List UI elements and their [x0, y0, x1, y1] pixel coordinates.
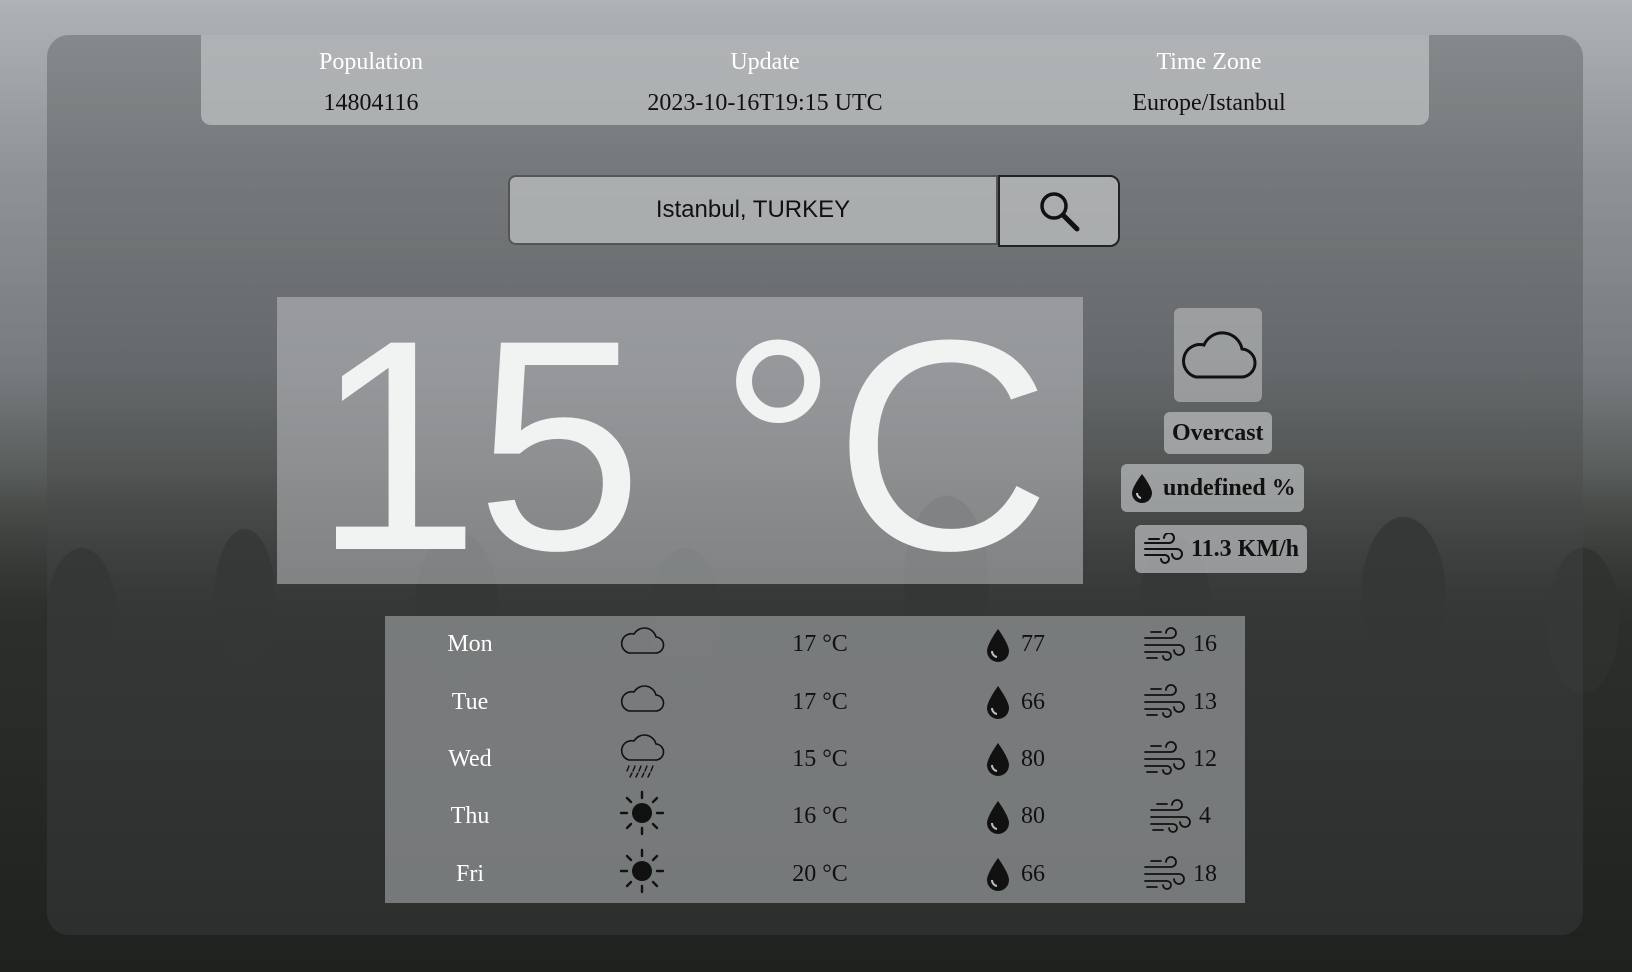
forecast-wind: 16	[1115, 616, 1245, 673]
forecast-humidity-value: 80	[1021, 745, 1045, 772]
current-condition-icon-box	[1174, 308, 1262, 402]
cloud-icon	[619, 625, 665, 664]
forecast-wind: 13	[1115, 673, 1245, 730]
forecast-temperature: 17 °C	[792, 688, 848, 715]
forecast-wind: 4	[1115, 788, 1245, 845]
forecast-humidity-value: 77	[1021, 631, 1045, 658]
wind-text: 11.3 KM/h	[1191, 535, 1300, 562]
forecast-day: Fri	[455, 860, 484, 887]
update-value: 2023-10-16T19:15 UTC	[647, 90, 883, 116]
timezone-label: Time Zone	[1156, 49, 1262, 75]
forecast-humidity: 66	[955, 673, 1075, 730]
forecast-humidity-value: 66	[1021, 860, 1045, 887]
current-temperature: 15 °C	[313, 276, 1051, 613]
forecast-day: Thu	[450, 803, 490, 830]
forecast-wind: 12	[1115, 731, 1245, 788]
droplet-icon	[1132, 474, 1152, 503]
forecast-day: Mon	[447, 631, 493, 658]
forecast-weather-icon	[617, 731, 667, 788]
population-value: 14804116	[323, 90, 419, 116]
droplet-icon	[987, 686, 1009, 720]
update-info: Update 2023-10-16T19:15 UTC	[555, 35, 975, 125]
forecast-humidity-value: 66	[1021, 688, 1045, 715]
forecast-humidity: 66	[955, 846, 1075, 903]
forecast-humidity: 80	[955, 788, 1075, 845]
droplet-icon	[987, 858, 1009, 892]
forecast-day: Wed	[448, 745, 492, 772]
search-icon	[1040, 192, 1080, 232]
forecast-row: Thu 16 °C 80 4	[385, 788, 1245, 845]
forecast-wind-value: 16	[1193, 631, 1217, 658]
population-info: Population 14804116	[201, 35, 541, 125]
sun-icon	[619, 790, 665, 843]
wind-badge: 11.3 KM/h	[1135, 525, 1308, 573]
population-label: Population	[318, 49, 423, 75]
city-search-input[interactable]	[508, 175, 998, 245]
wind-icon	[1150, 798, 1191, 833]
forecast-temperature: 17 °C	[792, 631, 848, 658]
forecast-wind-value: 12	[1193, 745, 1217, 772]
forecast-wind-value: 4	[1199, 803, 1211, 830]
droplet-icon	[987, 628, 1009, 662]
search-bar	[508, 175, 1121, 247]
droplet-icon	[987, 800, 1009, 834]
forecast-weather-icon	[617, 673, 667, 730]
forecast-humidity-value: 80	[1021, 803, 1045, 830]
update-label: Update	[730, 49, 800, 75]
wind-icon	[1144, 741, 1185, 776]
timezone-value: Europe/Istanbul	[1132, 90, 1286, 116]
forecast-temperature: 16 °C	[792, 803, 848, 830]
rain-icon	[619, 734, 665, 785]
wind-icon	[1144, 533, 1183, 564]
forecast-humidity: 77	[955, 616, 1075, 673]
wind-icon	[1144, 684, 1185, 718]
condition-text: Overcast	[1172, 419, 1264, 446]
cloud-icon	[619, 683, 665, 722]
current-temperature-box: 15 °C	[277, 295, 1083, 595]
forecast-weather-icon	[617, 846, 667, 903]
timezone-info: Time Zone Europe/Istanbul	[989, 35, 1429, 125]
city-info-bar: Population 14804116 Update 2023-10-16T19…	[201, 35, 1429, 125]
forecast-row: Tue 17 °C 66 13	[385, 673, 1245, 730]
forecast-row: Fri 20 °C 66 18	[385, 846, 1245, 903]
forecast-temperature: 15 °C	[792, 745, 848, 772]
sun-icon	[619, 848, 665, 901]
forecast-day: Tue	[451, 688, 489, 715]
forecast-humidity: 80	[955, 731, 1075, 788]
forecast-wind-value: 18	[1193, 860, 1217, 887]
search-button[interactable]	[998, 175, 1120, 247]
wind-icon	[1144, 626, 1185, 661]
forecast-wind: 18	[1115, 846, 1245, 903]
forecast-table: Mon 17 °C 77 16 Tue 17 °C 66 13 Wed 15 °…	[385, 616, 1245, 903]
condition-badge: Overcast	[1164, 412, 1272, 454]
forecast-weather-icon	[617, 788, 667, 845]
forecast-row: Mon 17 °C 77 16	[385, 616, 1245, 673]
humidity-text: undefined %	[1163, 474, 1296, 501]
forecast-row: Wed 15 °C 80 12	[385, 731, 1245, 788]
cloud-icon	[1182, 331, 1257, 379]
droplet-icon	[987, 743, 1009, 777]
forecast-weather-icon	[617, 616, 667, 673]
humidity-badge: undefined %	[1121, 464, 1304, 512]
forecast-temperature: 20 °C	[792, 860, 848, 887]
wind-icon	[1144, 856, 1185, 891]
forecast-wind-value: 13	[1193, 688, 1217, 715]
